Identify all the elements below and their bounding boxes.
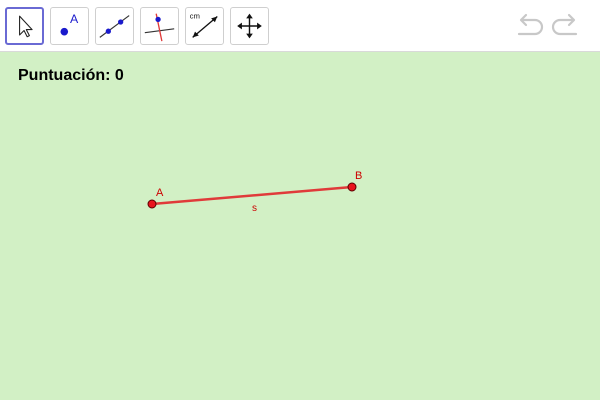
point-tool-button[interactable]: A [50,7,89,45]
distance-icon: cm [190,11,218,38]
segment-s[interactable] [151,185,353,206]
distance-tool-button[interactable]: cm [185,7,224,45]
redo-button[interactable] [550,12,582,40]
undo-icon [517,13,544,36]
arrow-pointer-icon [19,15,33,38]
point-a-label: A [156,187,164,199]
move-arrows-icon [237,13,262,39]
perpendicular-line-icon [144,13,175,42]
point-icon: A [60,12,79,36]
point-tool-label: A [70,12,79,26]
line-tool-button[interactable] [95,7,134,45]
graphics-view[interactable]: A B s [0,53,600,400]
distance-tool-label: cm [190,11,200,20]
toolbar: A cm [0,0,600,52]
line-icon [99,15,130,38]
move-graphics-view-tool-button[interactable] [230,7,269,45]
point-b-label: B [355,170,362,182]
redo-icon [551,13,578,36]
perpendicular-line-tool-button[interactable] [140,7,179,45]
segment-s-label: s [252,203,257,214]
undo-button[interactable] [513,12,545,40]
point-b[interactable] [347,182,357,192]
move-tool-button[interactable] [5,7,44,45]
point-a[interactable] [147,199,157,209]
